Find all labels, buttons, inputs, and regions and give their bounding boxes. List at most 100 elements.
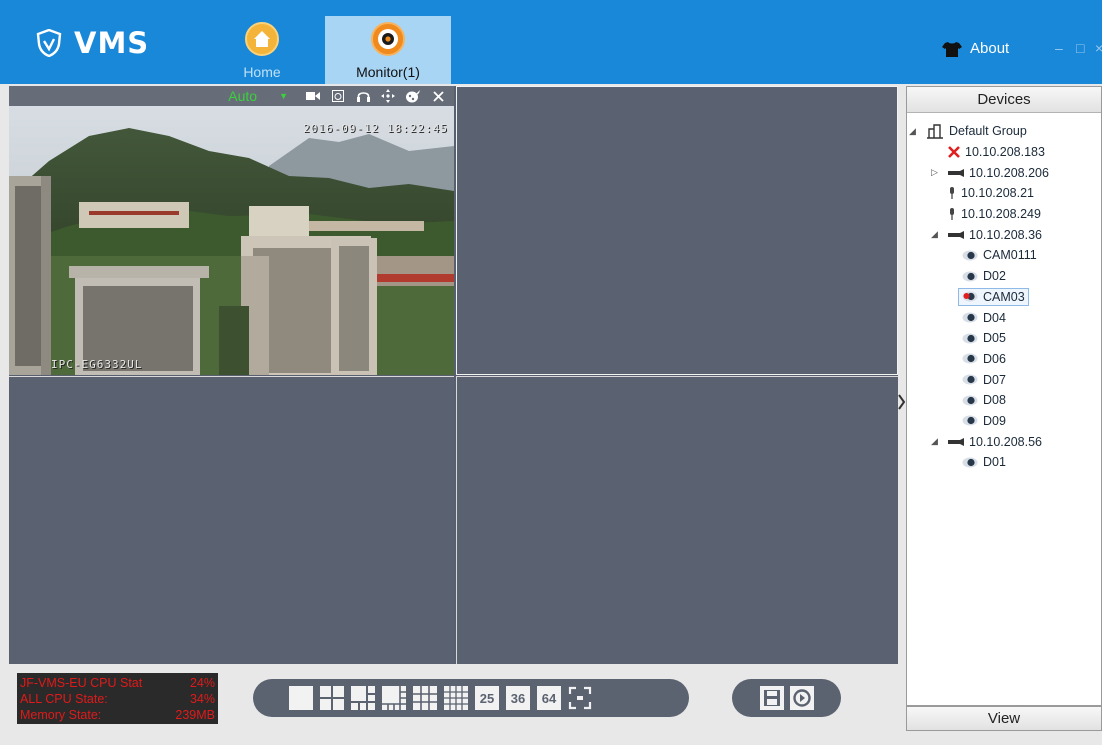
tree-node[interactable]: D02 xyxy=(959,268,1009,284)
tree-item[interactable]: D06 xyxy=(907,349,1101,370)
tree-node[interactable]: D04 xyxy=(959,310,1009,326)
tree-item[interactable]: D08 xyxy=(907,390,1101,411)
tree-item-label: D01 xyxy=(983,455,1006,470)
tree-node[interactable]: 10.10.208.206 xyxy=(945,165,1052,181)
video-cell-3[interactable] xyxy=(9,376,454,664)
video-cell-4[interactable] xyxy=(456,376,898,664)
minimize-button[interactable]: – xyxy=(1055,40,1063,56)
camera-channel-icon xyxy=(962,457,978,468)
tree-item-label: CAM0111 xyxy=(983,248,1037,263)
fullscreen-icon[interactable] xyxy=(568,686,592,710)
tree-item-label: D06 xyxy=(983,351,1006,366)
tree-item[interactable]: CAM0111 xyxy=(907,245,1101,266)
app-logo: VMS xyxy=(36,26,149,60)
tree-node[interactable]: CAM0111 xyxy=(959,247,1040,263)
collapse-sidebar-chevron-icon[interactable] xyxy=(898,394,906,415)
tree-node[interactable]: Default Group xyxy=(923,122,1030,140)
tree-item-label: D07 xyxy=(983,372,1006,387)
status-memory-value: 239MB xyxy=(175,708,215,722)
record-icon[interactable] xyxy=(305,88,321,104)
tree-item[interactable]: D09 xyxy=(907,411,1101,432)
close-window-button[interactable]: × xyxy=(1095,40,1102,56)
tab-monitor[interactable]: Monitor(1) xyxy=(325,16,451,84)
tree-item-label: D05 xyxy=(983,331,1006,346)
layout-8-icon[interactable] xyxy=(382,686,406,710)
tree-item-label: D02 xyxy=(983,269,1006,284)
nvr-device-icon xyxy=(948,437,964,446)
layout-36-button[interactable]: 36 xyxy=(506,686,530,710)
layout-6-icon[interactable] xyxy=(351,686,375,710)
layout-64-button[interactable]: 64 xyxy=(537,686,561,710)
maximize-button[interactable]: □ xyxy=(1076,40,1084,56)
camera-live-icon xyxy=(962,291,978,302)
playback-icon[interactable] xyxy=(789,686,814,710)
tree-node[interactable]: D06 xyxy=(959,351,1009,367)
tree-node[interactable]: 10.10.208.21 xyxy=(945,185,1037,201)
device-tree: ◢ Default Group 10.10.208.183 ▷ 10.10.208.20… xyxy=(907,113,1101,473)
tree-item[interactable]: ▷ 10.10.208.206 xyxy=(907,162,1101,183)
tree-item[interactable]: 10.10.208.183 xyxy=(907,142,1101,163)
tree-node[interactable]: D01 xyxy=(959,454,1009,470)
tree-item-label: D04 xyxy=(983,310,1006,325)
tree-item-label: 10.10.208.206 xyxy=(969,165,1049,180)
tree-item-label: 10.10.208.21 xyxy=(961,186,1034,201)
layout-1-icon[interactable] xyxy=(289,686,313,710)
tree-node[interactable]: 10.10.208.183 xyxy=(945,144,1048,160)
shirt-icon xyxy=(942,41,962,57)
tree-item[interactable]: 10.10.208.21 xyxy=(907,183,1101,204)
video-cell-2[interactable] xyxy=(456,86,898,375)
chevron-down-icon: ▼ xyxy=(279,91,288,101)
status-all-cpu: ALL CPU State: 34% xyxy=(20,691,215,707)
tree-item[interactable]: D01 xyxy=(907,452,1101,473)
tree-item[interactable]: ◢ 10.10.208.56 xyxy=(907,431,1101,452)
tree-node[interactable]: 10.10.208.249 xyxy=(945,206,1044,222)
ipc-device-icon xyxy=(948,187,956,200)
tree-node[interactable]: 10.10.208.56 xyxy=(945,434,1045,450)
color-adjust-icon[interactable] xyxy=(405,88,421,104)
tab-home[interactable]: Home xyxy=(215,16,309,84)
tree-item-label: CAM03 xyxy=(983,289,1025,304)
about-button[interactable]: About xyxy=(942,40,1009,57)
collapse-icon[interactable]: ◢ xyxy=(931,229,938,240)
tree-item[interactable]: ◢ Default Group xyxy=(907,121,1101,142)
audio-icon[interactable] xyxy=(355,88,371,104)
shield-logo-icon xyxy=(36,29,62,57)
tree-item[interactable]: CAM03 xyxy=(907,287,1101,308)
status-cpu: JF-VMS-EU CPU Stat 24% xyxy=(20,675,215,691)
layout-25-button[interactable]: 25 xyxy=(475,686,499,710)
tree-item[interactable]: D05 xyxy=(907,328,1101,349)
tree-node[interactable]: D05 xyxy=(959,330,1009,346)
collapse-icon[interactable]: ◢ xyxy=(931,436,938,447)
layout-9-icon[interactable] xyxy=(413,686,437,710)
osd-camera-name: IPC-EG6332UL xyxy=(51,358,143,371)
tree-node[interactable]: D09 xyxy=(959,413,1009,429)
view-button[interactable]: View xyxy=(906,706,1102,731)
record-toolbar xyxy=(732,679,841,717)
stream-mode-select[interactable]: Auto ▼ xyxy=(228,88,288,104)
status-all-cpu-label: ALL CPU State: xyxy=(20,692,108,706)
tree-item[interactable]: ◢ 10.10.208.36 xyxy=(907,224,1101,245)
tree-node[interactable]: 10.10.208.36 xyxy=(945,227,1045,243)
ptz-icon[interactable] xyxy=(380,88,396,104)
status-all-cpu-value: 34% xyxy=(189,692,215,706)
layout-16-icon[interactable] xyxy=(444,686,468,710)
collapse-icon[interactable]: ◢ xyxy=(909,126,916,137)
video-cell-1[interactable]: Auto ▼ 2016-09-12 18:22:45 IPC-EG6332UL xyxy=(9,86,454,375)
expand-icon[interactable]: ▷ xyxy=(931,167,938,178)
tree-item[interactable]: D07 xyxy=(907,369,1101,390)
camera-channel-icon xyxy=(962,312,978,323)
tree-node[interactable]: CAM03 xyxy=(958,287,1029,306)
tree-item[interactable]: 10.10.208.249 xyxy=(907,204,1101,225)
save-icon[interactable] xyxy=(759,686,784,710)
tree-item[interactable]: D04 xyxy=(907,307,1101,328)
live-video-feed[interactable]: 2016-09-12 18:22:45 IPC-EG6332UL xyxy=(9,106,454,375)
tree-item[interactable]: D02 xyxy=(907,266,1101,287)
layout-toolbar: 25 36 64 xyxy=(253,679,689,717)
nvr-device-icon xyxy=(948,168,964,177)
tree-node[interactable]: D07 xyxy=(959,372,1009,388)
layout-4-icon[interactable] xyxy=(320,686,344,710)
close-icon[interactable] xyxy=(430,88,446,104)
camera-channel-icon xyxy=(962,333,978,344)
snapshot-icon[interactable] xyxy=(330,88,346,104)
tree-node[interactable]: D08 xyxy=(959,392,1009,408)
